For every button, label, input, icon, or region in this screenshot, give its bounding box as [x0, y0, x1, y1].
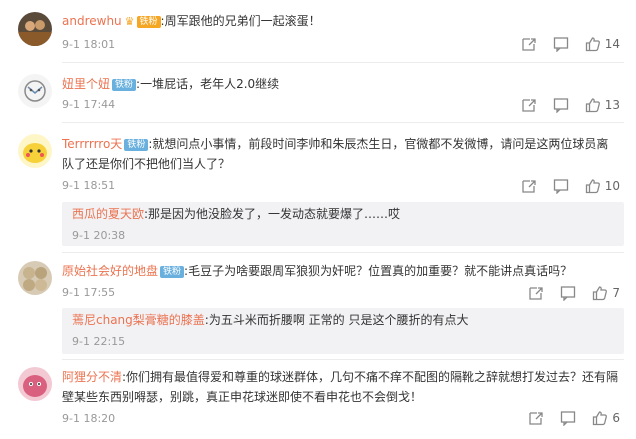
username[interactable]: andrewhu	[62, 14, 122, 28]
like-button[interactable]: 14	[585, 36, 620, 52]
divider	[62, 122, 624, 123]
like-icon	[593, 411, 608, 426]
reply-username[interactable]: 蔫尼chang梨膏糖的膝盖	[72, 313, 205, 327]
like-button[interactable]: 10	[585, 178, 620, 194]
avatar[interactable]	[18, 12, 52, 46]
like-count: 10	[604, 179, 620, 193]
reply-username[interactable]: 西瓜的夏天欧	[72, 207, 144, 221]
comment-text: :就想问点小事情，前段时间李帅和朱辰杰生日，官微都不发微博，请问是这两位球员离	[148, 137, 609, 151]
comment-text: :毛豆子为啥要跟周军狼狈为奸呢？位置真的加重要？就不能讲点真话吗？	[184, 264, 573, 278]
reply-box: 蔫尼chang梨膏糖的膝盖:为五斗米而折腰啊 正常的 只是这个腰折的有点大 9-…	[62, 308, 624, 354]
comment-icon	[553, 37, 568, 52]
share-button[interactable]	[521, 97, 537, 113]
reply-timestamp: 9-1 20:38	[72, 229, 126, 242]
share-icon	[522, 38, 536, 51]
username[interactable]: 妞里个妞	[62, 77, 110, 91]
comment-text-continued: 壁某些东西别嘚瑟，别跳，真正申花球迷即使不看申花也不会倒戈！	[62, 390, 423, 404]
username[interactable]: 原始社会好的地盘	[62, 264, 158, 278]
avatar[interactable]	[18, 74, 52, 108]
comment-text: :你们拥有最值得爱和尊重的球迷群体，几句不痛不痒不配图的隔靴之辞就想打发过去？还…	[122, 370, 619, 384]
timestamp: 9-1 17:44	[62, 98, 116, 111]
like-button[interactable]: 13	[585, 97, 620, 113]
crown-icon: ♛	[124, 15, 135, 28]
comment-actions: 14	[505, 36, 620, 52]
comment-icon	[553, 179, 568, 194]
username[interactable]: 阿狸分不清	[62, 370, 122, 384]
share-button[interactable]	[528, 285, 544, 301]
comment-icon	[561, 286, 576, 301]
reply-box: 西瓜的夏天欧:那是因为他没脸发了，一发动态就要爆了……哎 9-1 20:38	[62, 202, 624, 246]
comment-icon	[561, 411, 576, 426]
timestamp: 9-1 17:55	[62, 286, 116, 299]
like-icon	[585, 37, 600, 52]
timestamp: 9-1 18:51	[62, 179, 116, 192]
like-count: 14	[604, 37, 620, 51]
timestamp: 9-1 18:20	[62, 412, 116, 425]
username[interactable]: Terrrrrro天	[62, 137, 122, 151]
divider	[62, 359, 624, 360]
comment-button[interactable]	[560, 285, 576, 301]
like-button[interactable]: 7	[592, 285, 620, 301]
share-icon	[529, 287, 544, 300]
like-icon	[593, 286, 608, 301]
share-button[interactable]	[521, 178, 537, 194]
share-button[interactable]	[521, 36, 537, 52]
share-icon	[522, 180, 536, 193]
reply-timestamp: 9-1 22:15	[72, 335, 126, 348]
like-count: 7	[612, 286, 620, 300]
fan-badge: 铁粉	[124, 139, 149, 151]
like-count: 6	[612, 411, 620, 425]
like-icon	[585, 98, 600, 113]
share-button[interactable]	[528, 410, 544, 426]
comment-actions: 10	[505, 178, 620, 194]
fan-badge: 铁粉	[160, 266, 185, 278]
comment-actions: 6	[512, 410, 620, 426]
share-icon	[529, 412, 544, 425]
comment-text: :周军跟他的兄弟们一起滚蛋！	[160, 14, 321, 28]
like-icon	[585, 179, 600, 194]
comment-button[interactable]	[553, 36, 569, 52]
comment-button[interactable]	[560, 410, 576, 426]
comment-text: :一堆屁话，老年人2.0继续	[136, 77, 280, 91]
fan-badge: 铁粉	[112, 79, 137, 91]
like-button[interactable]: 6	[592, 410, 620, 426]
avatar[interactable]	[18, 134, 52, 168]
like-count: 13	[604, 98, 620, 112]
avatar[interactable]	[18, 261, 52, 295]
comment-text-continued: 队了还是你们不把他们当人了？	[62, 157, 231, 171]
comment-icon	[553, 98, 568, 113]
share-icon	[522, 99, 536, 112]
timestamp: 9-1 18:01	[62, 38, 116, 51]
divider	[62, 252, 624, 253]
comment-button[interactable]	[553, 97, 569, 113]
comment-actions: 7	[512, 285, 620, 301]
avatar[interactable]	[18, 367, 52, 401]
comment-actions: 13	[505, 97, 620, 113]
fan-badge: 铁粉	[136, 16, 161, 28]
comment-button[interactable]	[553, 178, 569, 194]
reply-text: :那是因为他没脸发了，一发动态就要爆了……哎	[144, 207, 401, 221]
divider	[62, 62, 624, 63]
reply-text: :为五斗米而折腰啊 正常的 只是这个腰折的有点大	[204, 313, 469, 327]
